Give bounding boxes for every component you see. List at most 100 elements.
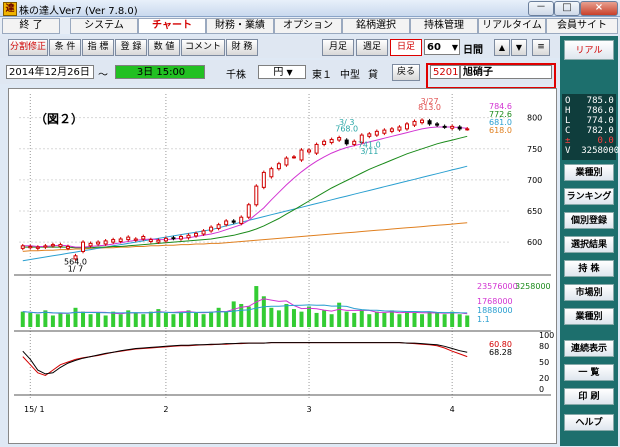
sidebar-button-10[interactable]: ヘルプ [564, 414, 614, 431]
register-button[interactable]: 登 録 [115, 39, 147, 56]
volume-bar-2 [35, 314, 40, 327]
candle-body-39 [314, 143, 319, 154]
candle-body-12 [111, 239, 116, 243]
candle-body-51 [404, 123, 409, 130]
volume-bar-48 [382, 312, 387, 327]
back-button[interactable]: 戻る [392, 64, 420, 81]
menu-exit[interactable]: 終 了 [2, 18, 60, 34]
period-count-select[interactable]: 60 ▼ [424, 39, 460, 55]
menu-icon[interactable]: ≡ [532, 39, 550, 56]
candle-body-11 [103, 240, 108, 245]
volume-bar-50 [397, 314, 402, 327]
ohlc-row-5: V 3258000 [565, 146, 620, 156]
candle-body-55 [435, 123, 440, 126]
currency-select[interactable]: 円 ▼ [258, 65, 306, 79]
oscillator-tick-label-3: 20 [539, 374, 549, 383]
candle-body-8 [81, 241, 86, 252]
ma-short-line [22, 126, 468, 248]
volume-bar-15 [133, 312, 138, 327]
candle-body-23 [194, 232, 199, 237]
weekly-button[interactable]: 週足 [356, 39, 388, 56]
volume-bar-58 [457, 314, 462, 327]
end-date-field[interactable]: 3日 15:00 [115, 65, 205, 79]
chart-title: （図２） [35, 111, 83, 126]
volume-bar-55 [435, 312, 440, 327]
financials-button[interactable]: 財 務 [226, 39, 258, 56]
oscillator-tick-label-4: 0 [539, 385, 544, 394]
comment-button[interactable]: コメント [181, 39, 225, 56]
volume-bar-41 [329, 314, 334, 327]
volume-bar-10 [96, 312, 101, 327]
sidebar-button-7[interactable]: 連続表示 [564, 340, 614, 357]
stock-chart[interactable]: 564.01/ 73/ 3768.0741.03/113/27813.0 784.… [9, 89, 556, 443]
price-tick-label-4: 600 [527, 238, 542, 247]
sidebar-button-2[interactable]: 個別登録 [564, 212, 614, 229]
menu-member-site[interactable]: 会員サイト [546, 18, 618, 34]
menu-holdings[interactable]: 持株管理 [410, 18, 478, 34]
volume-bar-6 [65, 314, 70, 327]
menu-stock-select[interactable]: 銘柄選択 [342, 18, 410, 34]
split-adjust-button[interactable]: 分割修正 [8, 39, 48, 56]
minimize-button[interactable]: － [528, 1, 554, 16]
price-annotation-3: 768.0 [335, 124, 358, 133]
right-sidebar: リアル O 785.0 H 786.0 L 774.0 C 782.0 ± 0.0 V 3… [560, 36, 620, 446]
values-button[interactable]: 数 値 [148, 39, 180, 56]
sidebar-button-1[interactable]: ランキング [564, 188, 614, 205]
conditions-button[interactable]: 条 件 [49, 39, 81, 56]
daily-button[interactable]: 日足 [390, 39, 422, 56]
ohlc-row-1: H 786.0 [565, 106, 614, 116]
candle-body-6 [65, 245, 70, 249]
ohlc-readout: O 785.0 H 786.0 L 774.0 C 782.0 ± 0.0 V 32580… [562, 94, 620, 160]
ohlc-row-0: O 785.0 [565, 96, 614, 106]
volume-bar-49 [389, 310, 394, 327]
arrow-down-icon[interactable]: ▼ [511, 39, 527, 56]
menu-realtime[interactable]: リアルタイム [478, 18, 546, 34]
market-label: 東１ [312, 70, 332, 81]
candle-body-44 [352, 140, 357, 145]
candle-body-40 [322, 140, 327, 145]
candle-body-58 [457, 126, 462, 130]
candle-body-36 [291, 156, 296, 159]
volume-bar-37 [299, 311, 304, 327]
indicators-button[interactable]: 指 標 [82, 39, 114, 56]
volume-bar-40 [322, 310, 327, 327]
ma-value-label-3: 618.0 [489, 126, 512, 135]
maximize-button[interactable]: □ [554, 1, 580, 16]
volume-bar-12 [111, 311, 116, 327]
menu-finance[interactable]: 財務・業績 [206, 18, 274, 34]
candle-body-13 [118, 238, 123, 242]
volume-bar-4 [50, 315, 55, 327]
volume-bar-13 [118, 314, 123, 327]
price-tick-label-3: 650 [527, 207, 542, 216]
volume-bar-5 [58, 312, 63, 327]
candle-body-1 [28, 245, 33, 249]
sidebar-button-4[interactable]: 持 株 [564, 260, 614, 277]
realtime-button[interactable]: リアル [564, 40, 614, 60]
sidebar-button-3[interactable]: 選択結果 [564, 236, 614, 253]
volume-bar-16 [141, 314, 146, 327]
price-tick-label-1: 750 [527, 145, 542, 154]
volume-bar-11 [103, 315, 108, 327]
sidebar-button-8[interactable]: 一 覧 [564, 364, 614, 381]
period-count-value: 60 [427, 42, 441, 53]
candle-body-30 [246, 204, 251, 218]
menu-options[interactable]: オプション [274, 18, 342, 34]
x-tick-label-3: 4 [450, 405, 455, 414]
chart-panel[interactable]: 564.0 1/ 7 3/ 3 768.0 741.0 3/11 3/27 813.0 784.… [8, 88, 557, 444]
sidebar-button-6[interactable]: 業種別 [564, 308, 614, 325]
monthly-button[interactable]: 月足 [322, 39, 354, 56]
menu-system[interactable]: システム [70, 18, 138, 34]
start-date-field[interactable]: 2014年12月26日 [6, 65, 94, 79]
arrow-up-icon[interactable]: ▲ [494, 39, 510, 56]
sidebar-button-9[interactable]: 印 刷 [564, 388, 614, 405]
volume-bar-20 [171, 314, 176, 327]
sidebar-button-5[interactable]: 市場別 [564, 284, 614, 301]
close-button[interactable]: × [580, 1, 618, 16]
oscillator-value-label-1: 68.28 [489, 348, 512, 357]
price-tick-label-0: 800 [527, 114, 542, 123]
price-annotation-5: 3/11 [360, 147, 378, 156]
candle-body-22 [186, 234, 191, 239]
candle-body-17 [148, 239, 153, 242]
sidebar-button-0[interactable]: 業種別 [564, 164, 614, 181]
menu-chart[interactable]: チャート [138, 18, 206, 34]
